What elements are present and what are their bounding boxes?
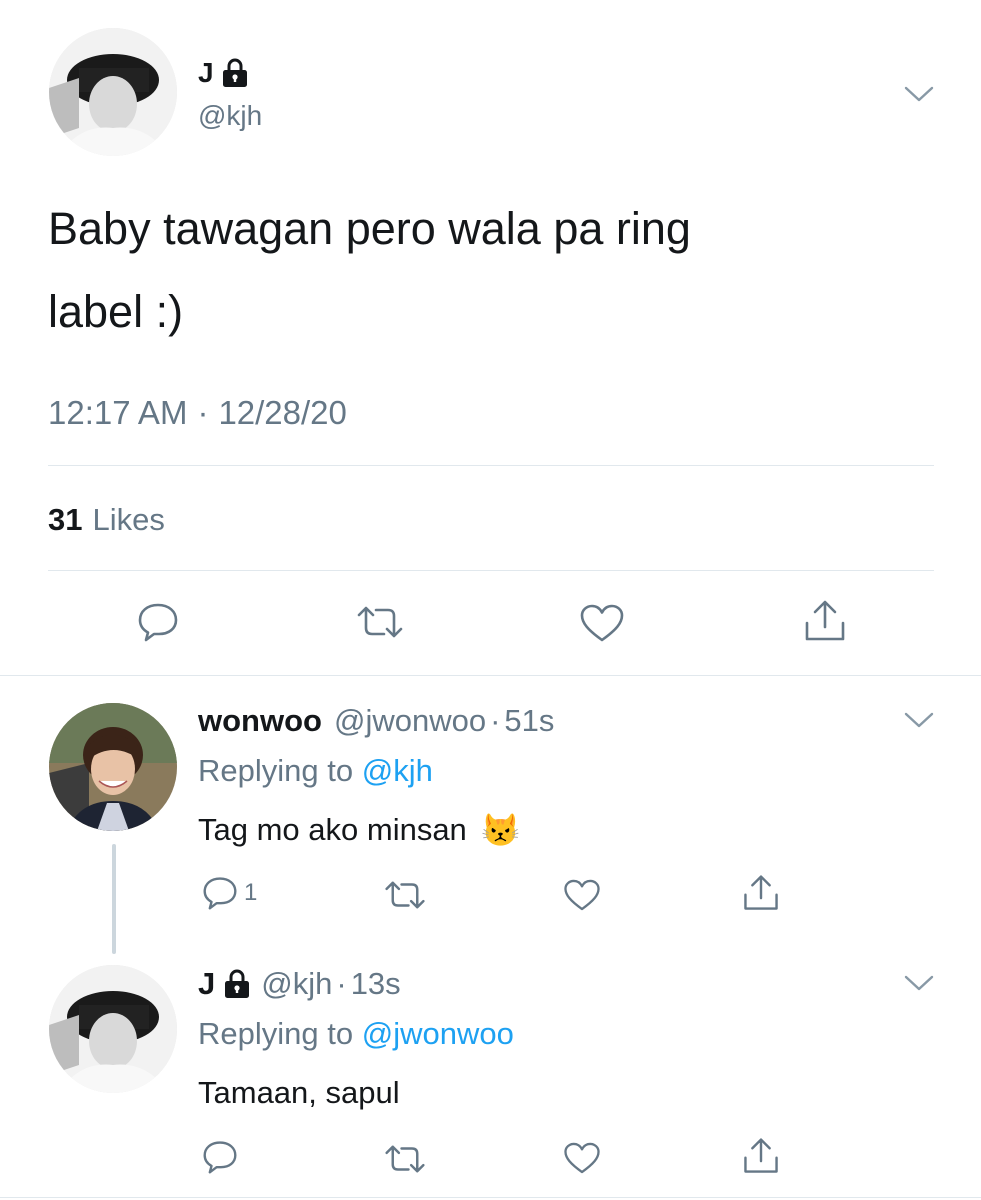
likes-count: 31 <box>48 502 83 537</box>
reply-time-ago[interactable]: 51s <box>504 703 554 739</box>
reply-icon[interactable] <box>202 1140 238 1174</box>
share-icon[interactable] <box>803 599 847 643</box>
reply-author-handle[interactable]: @jwonwoo <box>334 703 486 739</box>
reply-time-ago[interactable]: 13s <box>351 966 401 1002</box>
reply-count: 1 <box>244 879 258 906</box>
heart-icon[interactable] <box>563 1141 601 1175</box>
reply-author-name[interactable]: wonwoo <box>198 703 322 739</box>
share-icon[interactable] <box>742 1137 780 1175</box>
replying-to-label: Replying to <box>198 1016 354 1051</box>
reply-author-name[interactable]: J <box>198 966 215 1002</box>
replying-to-link[interactable]: @jwonwoo <box>362 1016 514 1051</box>
heart-icon[interactable] <box>579 603 625 643</box>
retweet-icon[interactable] <box>384 879 426 911</box>
tweet-time: 12:17 AM <box>48 394 188 431</box>
lock-icon <box>222 58 248 88</box>
main-author-name[interactable]: J <box>198 57 214 89</box>
reply-icon[interactable] <box>137 602 179 642</box>
section-divider <box>0 1197 981 1198</box>
reply-author-avatar[interactable] <box>49 703 177 831</box>
chevron-down-icon[interactable] <box>903 84 935 104</box>
likes-label: Likes <box>92 502 165 537</box>
chevron-down-icon[interactable] <box>903 710 935 730</box>
share-icon[interactable] <box>742 874 780 912</box>
pouting-cat-emoji: 😾 <box>480 812 521 848</box>
reply-action[interactable]: 1 <box>202 876 257 910</box>
reply-author-avatar[interactable] <box>49 965 177 1093</box>
main-tweet-text-line-1: Baby tawagan pero wala pa ring <box>48 203 691 254</box>
replying-to-link[interactable]: @kjh <box>362 753 433 788</box>
retweet-icon[interactable] <box>384 1143 426 1175</box>
chevron-down-icon[interactable] <box>903 973 935 993</box>
handle-separator: · <box>336 966 347 1001</box>
heart-icon[interactable] <box>563 878 601 912</box>
reply-author-handle[interactable]: @kjh <box>261 966 332 1002</box>
replying-to-label: Replying to <box>198 753 354 788</box>
thread-line <box>112 844 116 954</box>
section-divider <box>0 675 981 676</box>
reply-icon <box>202 876 238 910</box>
lock-icon <box>223 969 251 999</box>
handle-separator: · <box>490 703 501 738</box>
reply-text: Tamaan, sapul <box>198 1075 400 1110</box>
retweet-icon[interactable] <box>356 604 404 640</box>
divider <box>48 465 934 466</box>
reply-text: Tag mo ako minsan <box>198 812 467 847</box>
main-author-handle[interactable]: @kjh <box>198 100 262 132</box>
tweet-date: 12/28/20 <box>218 394 347 431</box>
likes-count-link[interactable]: 31 Likes <box>48 502 165 538</box>
divider <box>48 570 934 571</box>
main-author-avatar[interactable] <box>49 28 177 156</box>
time-separator: · <box>197 394 209 431</box>
main-tweet-text-line-2: label :) <box>48 286 184 337</box>
